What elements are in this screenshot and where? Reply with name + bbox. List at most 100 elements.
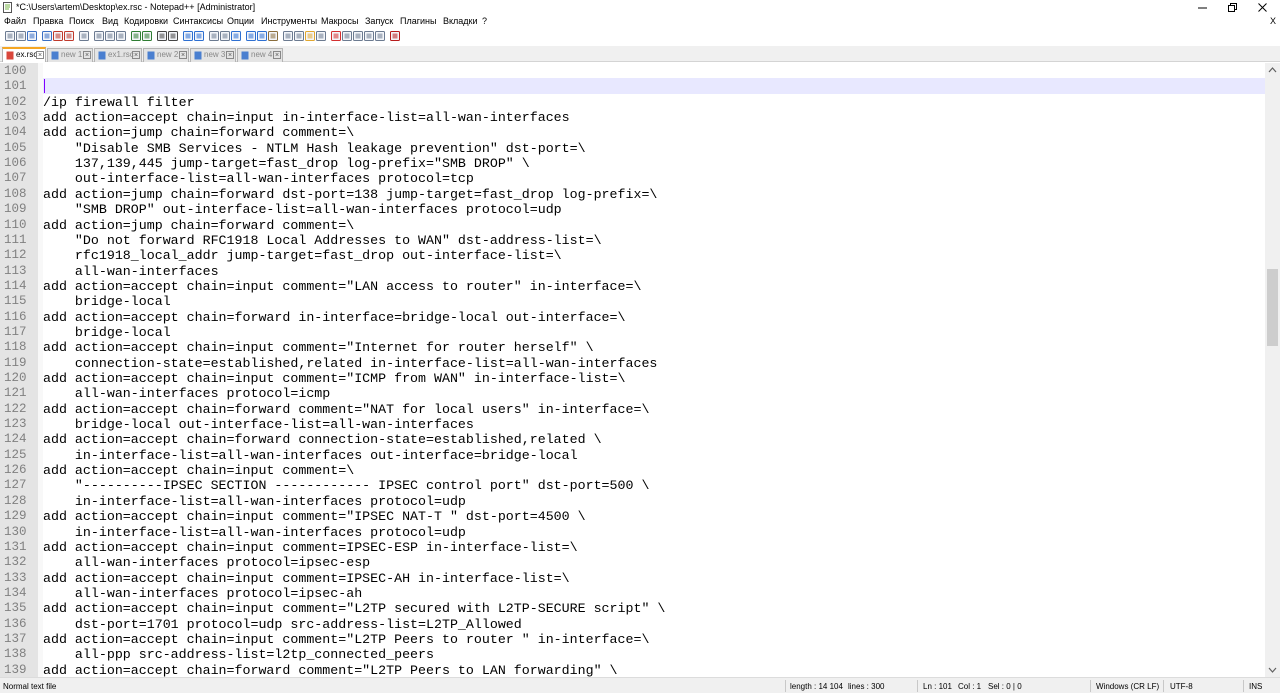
- code-line[interactable]: 109 "SMB DROP" out-interface-list=all-wa…: [0, 201, 1265, 217]
- code-line[interactable]: 120 add action=accept chain=input comment…: [0, 370, 1265, 386]
- line-number: 110: [4, 217, 27, 232]
- vertical-scrollbar[interactable]: [1265, 63, 1280, 677]
- menu-language[interactable]: Синтаксисы: [173, 16, 223, 26]
- line-text: add action=jump chain=forward comment=\: [43, 217, 355, 233]
- menu-run[interactable]: Запуск: [365, 16, 393, 26]
- zoom-out-icon[interactable]: [193, 30, 205, 42]
- menu-tools[interactable]: Инструменты: [261, 16, 317, 26]
- scroll-down-button[interactable]: [1265, 663, 1280, 677]
- tab-close-icon[interactable]: ×: [132, 51, 140, 59]
- menu-file[interactable]: Файл: [4, 16, 26, 26]
- tab-close-icon[interactable]: ×: [36, 51, 44, 59]
- code-line[interactable]: 118 add action=accept chain=input comment…: [0, 339, 1265, 356]
- line-text: add action=accept chain=input comment="I…: [43, 340, 594, 356]
- code-line[interactable]: 115 bridge-local: [0, 293, 1265, 309]
- code-line[interactable]: 124 add action=accept chain=forward conne…: [0, 431, 1265, 447]
- code-line[interactable]: 122 add action=accept chain=forward comme…: [0, 401, 1265, 417]
- tab-label: new 4: [251, 50, 273, 59]
- code-line[interactable]: 123 bridge-local out-interface-list=all-…: [0, 416, 1265, 432]
- spell-check-icon[interactable]: [389, 30, 401, 42]
- menu-view[interactable]: Вид: [102, 16, 118, 26]
- print-icon[interactable]: [78, 30, 90, 42]
- line-number: 132: [4, 555, 27, 570]
- monitoring-icon[interactable]: [315, 30, 327, 42]
- line-text: in-interface-list=all-wan-interfaces out…: [43, 447, 578, 463]
- close-window-button[interactable]: [1248, 0, 1278, 15]
- tab-close-icon[interactable]: ×: [83, 51, 91, 59]
- line-text: "Disable SMB Services - NTLM Hash leakag…: [43, 140, 586, 156]
- status-eol[interactable]: Windows (CR LF): [1096, 682, 1159, 691]
- code-line[interactable]: 103 add action=accept chain=input in-inte…: [0, 109, 1265, 125]
- menu-macro[interactable]: Макросы: [321, 16, 359, 26]
- code-line[interactable]: 130 in-interface-list=all-wan-interfaces…: [0, 524, 1265, 540]
- line-text: add action=accept chain=input comment="L…: [43, 631, 650, 647]
- menu-window[interactable]: Вкладки: [443, 16, 478, 26]
- code-line[interactable]: 112 rfc1918_local_addr jump-target=fast_…: [0, 247, 1265, 263]
- redo-icon[interactable]: [141, 30, 153, 42]
- code-line[interactable]: 101: [0, 78, 1265, 93]
- save-macro-icon[interactable]: [374, 30, 386, 42]
- tab-new-2[interactable]: new 2 ×: [143, 48, 189, 62]
- minimize-icon: [1198, 7, 1207, 9]
- code-line[interactable]: 134 all-wan-interfaces protocol=ipsec-ah: [0, 585, 1265, 601]
- code-line[interactable]: 107 out-interface-list=all-wan-interface…: [0, 170, 1265, 186]
- code-line[interactable]: 102/ip firewall filter: [0, 94, 1265, 110]
- code-line[interactable]: 111 "Do not forward RFC1918 Local Addres…: [0, 232, 1265, 248]
- status-divider: [785, 680, 786, 692]
- tab-close-icon[interactable]: ×: [226, 51, 234, 59]
- paste-icon[interactable]: [115, 30, 127, 42]
- code-line[interactable]: 121 all-wan-interfaces protocol=icmp: [0, 385, 1265, 401]
- menu-encoding[interactable]: Кодировки: [124, 16, 168, 26]
- menu-search[interactable]: Поиск: [69, 16, 94, 26]
- code-line[interactable]: 132 all-wan-interfaces protocol=ipsec-es…: [0, 554, 1265, 570]
- code-line[interactable]: 133 add action=accept chain=input comment…: [0, 570, 1265, 586]
- scroll-thumb[interactable]: [1267, 269, 1278, 346]
- code-line[interactable]: 110 add action=jump chain=forward comment…: [0, 217, 1265, 233]
- code-line[interactable]: 135 add action=accept chain=input comment…: [0, 600, 1265, 616]
- tab-close-icon[interactable]: ×: [273, 51, 281, 59]
- code-line[interactable]: 106 137,139,445 jump-target=fast_drop lo…: [0, 155, 1265, 171]
- minimize-button[interactable]: [1188, 0, 1218, 15]
- line-number: 134: [4, 585, 27, 600]
- code-line[interactable]: 129 add action=accept chain=input comment…: [0, 508, 1265, 524]
- menu-settings[interactable]: Опции: [227, 16, 254, 26]
- code-line[interactable]: 139 add action=accept chain=forward comme…: [0, 662, 1265, 677]
- menu-edit[interactable]: Правка: [33, 16, 63, 26]
- word-wrap-icon[interactable]: [230, 30, 242, 42]
- code-line[interactable]: 137 add action=accept chain=input comment…: [0, 631, 1265, 647]
- restore-button[interactable]: [1218, 0, 1248, 15]
- code-line[interactable]: 136 dst-port=1701 protocol=udp src-addre…: [0, 616, 1265, 632]
- code-line[interactable]: 119 connection-state=established,related…: [0, 355, 1265, 371]
- code-line[interactable]: 127 "----------IPSEC SECTION -----------…: [0, 477, 1265, 493]
- saved-document-icon: [147, 51, 155, 60]
- editor-area[interactable]: 100 101 102/ip firewall filter 103 add actio…: [0, 63, 1280, 677]
- language-icon[interactable]: [267, 30, 279, 42]
- tab-new-1[interactable]: new 1 ×: [47, 48, 93, 62]
- code-line[interactable]: 131 add action=accept chain=input comment…: [0, 539, 1265, 555]
- close-all-icon[interactable]: [63, 30, 75, 42]
- code-line[interactable]: 128 in-interface-list=all-wan-interfaces…: [0, 493, 1265, 509]
- code-line[interactable]: 116 add action=accept chain=forward in-in…: [0, 309, 1265, 325]
- tab-close-icon[interactable]: ×: [179, 51, 187, 59]
- save-icon[interactable]: [26, 30, 38, 42]
- code-line[interactable]: 108 add action=jump chain=forward dst-por…: [0, 186, 1265, 202]
- scroll-up-button[interactable]: [1265, 63, 1280, 77]
- code-line[interactable]: 105 "Disable SMB Services - NTLM Hash le…: [0, 140, 1265, 156]
- close-document-menu-button[interactable]: X: [1270, 16, 1276, 26]
- menu-help[interactable]: ?: [482, 16, 487, 26]
- code-line[interactable]: 138 all-ppp src-address-list=l2tp_connec…: [0, 646, 1265, 662]
- status-encoding: UTF-8: [1170, 682, 1193, 691]
- code-line[interactable]: 100: [0, 63, 1265, 78]
- tab-ex1-rsc[interactable]: ex1.rsc ×: [94, 48, 142, 62]
- code-line[interactable]: 113 all-wan-interfaces: [0, 263, 1265, 279]
- tab-new-3[interactable]: new 3 ×: [190, 48, 236, 62]
- menu-plugins[interactable]: Плагины: [400, 16, 436, 26]
- code-line[interactable]: 125 in-interface-list=all-wan-interfaces…: [0, 447, 1265, 463]
- code-line[interactable]: 126 add action=accept chain=input comment…: [0, 462, 1265, 478]
- code-line[interactable]: 117 bridge-local: [0, 324, 1265, 340]
- tab-ex-rsc[interactable]: ex.rsc ×: [2, 47, 46, 62]
- code-line[interactable]: 114 add action=accept chain=input comment…: [0, 278, 1265, 294]
- code-line[interactable]: 104 add action=jump chain=forward comment…: [0, 124, 1265, 140]
- tab-new-4[interactable]: new 4 ×: [237, 48, 283, 62]
- replace-icon[interactable]: [167, 30, 179, 42]
